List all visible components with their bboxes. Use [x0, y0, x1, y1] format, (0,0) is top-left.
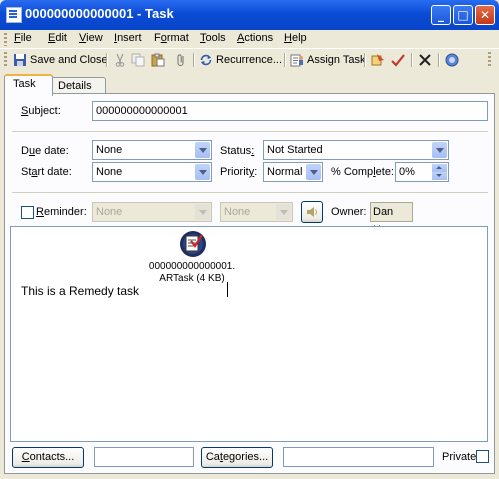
help-button[interactable] [445, 51, 462, 69]
copy-button[interactable] [131, 51, 148, 69]
task-body-editor[interactable]: 000000000000001. ARTask (4 KB) This is a… [10, 226, 488, 442]
paste-button[interactable] [151, 51, 168, 69]
send-status-icon [371, 54, 384, 66]
save-icon [14, 54, 26, 66]
tab-task[interactable]: Task [4, 74, 53, 96]
send-status-report-button[interactable] [371, 51, 388, 69]
chevron-down-icon[interactable] [195, 204, 210, 220]
delete-button[interactable] [418, 51, 435, 69]
chevron-down-icon[interactable] [195, 142, 210, 158]
menu-tools[interactable]: Tools [200, 32, 226, 44]
assign-task-button[interactable]: Assign Task [290, 51, 366, 69]
chevron-down-icon[interactable] [432, 142, 447, 158]
reminder-date-combo[interactable]: None [92, 202, 212, 222]
priority-label: Priority: [220, 166, 258, 178]
standard-toolbar: Save and Close Recurrence... Assign Task [0, 49, 499, 71]
categories-button[interactable]: Categories... [201, 447, 273, 468]
menu-insert[interactable]: Insert [114, 32, 142, 44]
toolbar-grip[interactable] [4, 52, 7, 68]
body-text: This is a Remedy task [21, 284, 140, 298]
contacts-input[interactable] [94, 447, 194, 467]
mark-complete-button[interactable] [391, 51, 408, 69]
private-label: Private [442, 451, 477, 463]
subject-input[interactable]: 000000000000001 [92, 101, 488, 121]
menu-file[interactable]: File [14, 32, 32, 44]
task-window: 000000000000001 - Task _ □ ✕ File Edit V… [0, 0, 499, 479]
recurrence-button[interactable]: Recurrence... [199, 51, 282, 69]
reminder-checkbox[interactable] [21, 206, 34, 219]
title-bar[interactable]: 000000000000001 - Task _ □ ✕ [0, 0, 499, 30]
delete-icon [419, 54, 431, 66]
categories-input[interactable] [283, 447, 434, 467]
cut-icon [115, 53, 125, 67]
remedy-task-icon[interactable] [176, 229, 208, 259]
priority-combo[interactable]: Normal [263, 162, 323, 182]
menu-view[interactable]: View [79, 32, 103, 44]
percent-complete-label: % Complete: [331, 166, 394, 178]
start-date-label: Start date: [21, 166, 72, 178]
private-checkbox[interactable] [476, 450, 489, 463]
save-and-close-button[interactable]: Save and Close [13, 51, 108, 69]
close-button[interactable]: ✕ [475, 5, 495, 25]
spin-down-icon[interactable] [432, 172, 447, 180]
menu-bar: File Edit View Insert Format Tools Actio… [0, 30, 499, 49]
menu-format[interactable]: Format [154, 32, 189, 44]
cut-button[interactable] [113, 51, 130, 69]
window-title: 000000000000001 - Task [25, 6, 174, 21]
start-date-combo[interactable]: None [92, 162, 212, 182]
due-date-combo[interactable]: None [92, 140, 212, 160]
spin-up-icon[interactable] [432, 164, 447, 172]
paste-icon [151, 53, 165, 67]
menu-edit[interactable]: Edit [48, 32, 67, 44]
reminder-label: Reminder: [36, 206, 87, 218]
menu-help[interactable]: Help [284, 32, 307, 44]
recurrence-icon [200, 54, 212, 66]
insert-file-button[interactable] [174, 51, 191, 69]
owner-field: Dan Har [370, 202, 413, 236]
menu-grip[interactable] [4, 33, 7, 46]
contacts-button[interactable]: Contacts... [12, 447, 84, 468]
help-icon [445, 53, 459, 67]
mark-complete-icon [391, 54, 405, 67]
attach-icon [177, 54, 184, 67]
reminder-sound-icon [307, 207, 317, 217]
owner-label: Owner: [331, 206, 367, 218]
subject-label: Subject: [21, 105, 61, 117]
app-icon [6, 7, 22, 23]
maximize-button[interactable]: □ [453, 5, 473, 25]
percent-complete-spinner[interactable]: 0% [395, 162, 449, 182]
status-combo[interactable]: Not Started [263, 140, 449, 160]
minimize-button[interactable]: _ [431, 5, 451, 25]
chevron-down-icon[interactable] [276, 204, 291, 220]
assign-task-icon [290, 54, 303, 67]
text-caret [227, 282, 228, 297]
reminder-sound-button[interactable] [301, 201, 323, 223]
toolbar-end-grip[interactable] [488, 52, 491, 68]
divider [12, 192, 488, 193]
divider [12, 131, 488, 132]
reminder-time-combo[interactable]: None [220, 202, 293, 222]
menu-actions[interactable]: Actions [237, 32, 273, 44]
chevron-down-icon[interactable] [195, 164, 210, 180]
status-label: Status: [220, 145, 255, 157]
copy-icon [131, 53, 145, 67]
chevron-down-icon[interactable] [306, 164, 321, 180]
due-date-label: Due date: [21, 145, 69, 157]
